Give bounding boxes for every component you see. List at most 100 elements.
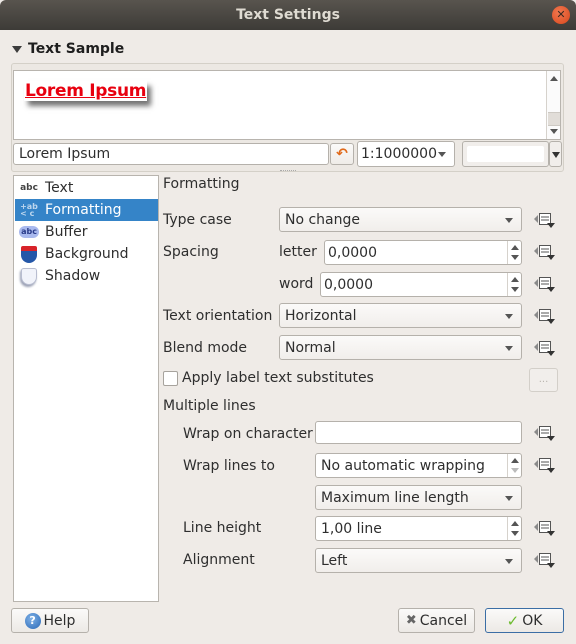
sidebar-item-buffer[interactable]: abc Buffer — [15, 221, 158, 243]
text-orientation-select[interactable]: Horizontal — [279, 303, 522, 328]
sidebar-item-label: Formatting — [45, 202, 122, 218]
word-spacing-value: 0,0000 — [324, 276, 373, 293]
window-title: Text Settings — [236, 7, 340, 23]
type-case-select[interactable]: No change — [279, 207, 522, 232]
line-height-label: Line height — [183, 520, 262, 536]
chevron-down-icon — [505, 495, 513, 501]
data-defined-override-icon — [534, 553, 555, 568]
line-height-spinbox[interactable]: 1,00 line — [315, 516, 522, 541]
blend-mode-value: Normal — [285, 339, 336, 356]
checkmark-icon: ✓ — [506, 611, 520, 630]
spin-down-icon[interactable] — [511, 287, 519, 292]
scroll-up-icon[interactable] — [550, 76, 558, 81]
background-color-button[interactable] — [462, 141, 549, 167]
spin-up-icon[interactable] — [511, 458, 519, 463]
help-icon: ? — [24, 612, 41, 629]
formatting-icon: +ab < c — [20, 202, 38, 218]
data-defined-override-button[interactable] — [533, 211, 555, 229]
wrap-mode-value: Maximum line length — [321, 489, 469, 506]
scale-combo[interactable]: 1:1000000 — [357, 141, 455, 167]
spin-down-icon[interactable] — [511, 468, 519, 473]
chevron-down-icon — [552, 152, 560, 158]
data-defined-override-button[interactable] — [533, 551, 555, 569]
background-color-dropdown[interactable] — [549, 141, 562, 167]
scale-value: 1:1000000 — [361, 146, 437, 162]
data-defined-override-icon — [534, 341, 555, 356]
scroll-thumb[interactable] — [548, 112, 560, 126]
wrap-on-character-label: Wrap on character — [183, 426, 313, 442]
blend-mode-label: Blend mode — [163, 340, 248, 356]
data-defined-override-button[interactable] — [533, 456, 555, 474]
data-defined-override-icon — [534, 521, 555, 536]
sample-text-input[interactable]: Lorem Ipsum — [13, 143, 329, 165]
data-defined-override-icon — [534, 426, 555, 441]
text-sample-header[interactable]: Text Sample — [12, 41, 124, 57]
preview-scrollbar[interactable] — [546, 71, 560, 139]
panel-divider — [158, 175, 159, 602]
background-shield-icon — [19, 245, 39, 263]
spin-down-icon[interactable] — [511, 531, 519, 536]
configure-substitutes-button[interactable]: ... — [529, 368, 558, 392]
data-defined-override-icon — [534, 245, 555, 260]
word-spacing-spinbox[interactable]: 0,0000 — [320, 272, 522, 297]
title-bar: Text Settings ✕ — [0, 0, 576, 30]
spin-up-icon[interactable] — [511, 521, 519, 526]
cancel-x-icon: ✖ — [405, 613, 417, 628]
cancel-button[interactable]: ✖ Cancel — [398, 608, 475, 633]
sidebar-item-label: Buffer — [45, 224, 88, 240]
wrap-mode-select[interactable]: Maximum line length — [315, 485, 522, 510]
wrap-lines-to-label: Wrap lines to — [183, 458, 275, 474]
data-defined-override-button[interactable] — [533, 243, 555, 261]
letter-spacing-spinbox[interactable]: 0,0000 — [324, 240, 522, 265]
scroll-down-icon[interactable] — [550, 129, 558, 134]
spin-buttons[interactable] — [507, 517, 521, 540]
wrap-lines-to-spinbox[interactable]: No automatic wrapping — [315, 453, 522, 478]
sidebar-item-formatting[interactable]: +ab < c Formatting — [15, 199, 158, 221]
spin-up-icon[interactable] — [511, 245, 519, 250]
cancel-label: Cancel — [419, 612, 468, 629]
data-defined-override-button[interactable] — [533, 307, 555, 325]
spin-down-icon[interactable] — [511, 255, 519, 260]
reset-sample-button[interactable]: ↶ — [330, 143, 354, 165]
shadow-shield-icon — [19, 267, 39, 285]
ok-button[interactable]: ✓ OK — [485, 608, 564, 633]
spin-up-icon[interactable] — [511, 277, 519, 282]
data-defined-override-button[interactable] — [533, 424, 555, 442]
type-case-value: No change — [285, 211, 361, 228]
data-defined-override-button[interactable] — [533, 339, 555, 357]
apply-substitutes-checkbox[interactable] — [163, 371, 178, 386]
formatting-title: Formatting — [163, 176, 240, 192]
sidebar-item-label: Shadow — [45, 268, 101, 284]
settings-category-list: abc Text +ab < c Formatting abc Buffer Ba… — [13, 175, 159, 602]
spin-buttons[interactable] — [507, 454, 521, 477]
ok-label: OK — [522, 612, 543, 629]
buffer-icon: abc — [19, 226, 39, 238]
wrap-on-character-input[interactable] — [315, 421, 522, 444]
sidebar-item-text[interactable]: abc Text — [15, 177, 158, 199]
sidebar-item-background[interactable]: Background — [15, 243, 158, 265]
data-defined-override-button[interactable] — [533, 519, 555, 537]
line-height-value: 1,00 line — [321, 520, 382, 537]
alignment-label: Alignment — [183, 552, 255, 568]
data-defined-override-icon — [534, 277, 555, 292]
spin-buttons[interactable] — [507, 241, 521, 264]
data-defined-override-icon — [534, 213, 555, 228]
sidebar-item-shadow[interactable]: Shadow — [15, 265, 158, 287]
sample-text-value: Lorem Ipsum — [19, 146, 111, 162]
multiple-lines-title: Multiple lines — [163, 398, 256, 414]
data-defined-override-button[interactable] — [533, 275, 555, 293]
splitter-handle[interactable] — [280, 170, 296, 172]
text-orientation-label: Text orientation — [163, 308, 273, 324]
close-icon[interactable]: ✕ — [552, 6, 570, 24]
blend-mode-select[interactable]: Normal — [279, 335, 522, 360]
alignment-select[interactable]: Left — [315, 548, 522, 573]
text-sample-title: Text Sample — [28, 41, 125, 57]
chevron-down-icon — [505, 313, 513, 319]
collapse-triangle-icon[interactable] — [12, 45, 22, 53]
help-button[interactable]: ? Help — [11, 608, 89, 633]
chevron-down-icon — [505, 558, 513, 564]
spin-buttons[interactable] — [507, 273, 521, 296]
data-defined-override-icon — [534, 309, 555, 324]
chevron-down-icon — [505, 217, 513, 223]
apply-substitutes-label[interactable]: Apply label text substitutes — [182, 370, 374, 386]
